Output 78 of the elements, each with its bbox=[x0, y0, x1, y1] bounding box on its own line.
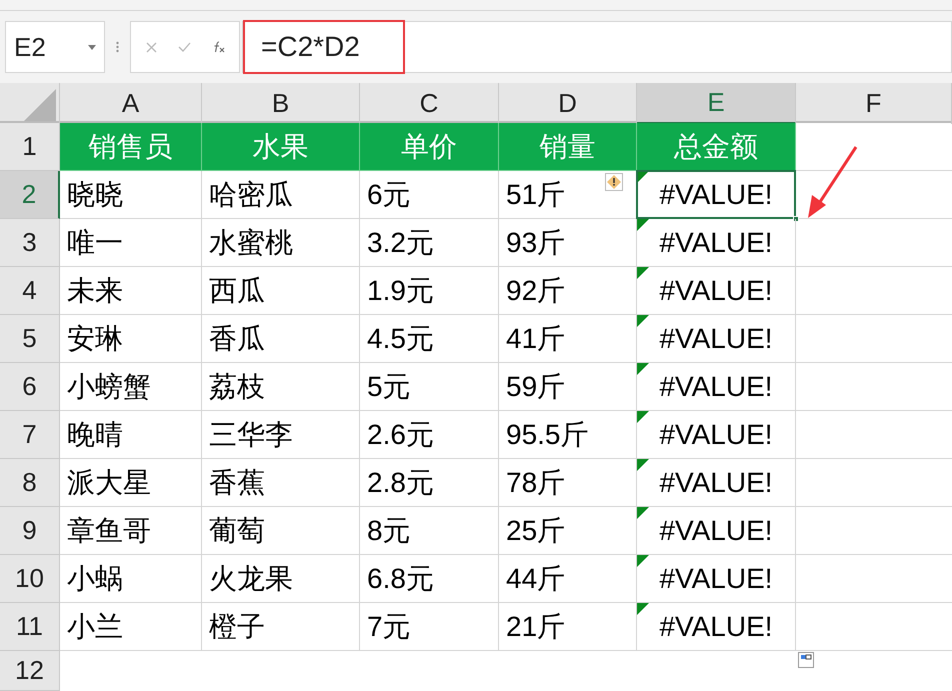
cell-text: #VALUE! bbox=[659, 420, 773, 448]
cell-text: 西瓜 bbox=[209, 276, 265, 304]
cell-text: 小兰 bbox=[67, 612, 123, 640]
cell-text: 6.8元 bbox=[367, 564, 434, 592]
fill-handle[interactable] bbox=[793, 216, 799, 222]
function-icon[interactable] bbox=[212, 41, 224, 53]
cell-text: 25斤 bbox=[506, 516, 566, 544]
cell-text: 唯一 bbox=[67, 228, 123, 256]
cell-text: 78斤 bbox=[506, 468, 566, 496]
cell-text: 1.9元 bbox=[367, 276, 434, 304]
cell-text: 59斤 bbox=[506, 372, 566, 400]
cell-text: 2.8元 bbox=[367, 468, 434, 496]
cell-text: 44斤 bbox=[506, 564, 566, 592]
cell-text: 92斤 bbox=[506, 276, 566, 304]
cell-text: 派大星 bbox=[67, 468, 151, 496]
cell-text: #VALUE! bbox=[659, 468, 773, 496]
row-header[interactable]: 9 bbox=[0, 507, 60, 555]
cell-text: #VALUE! bbox=[659, 228, 773, 256]
cell-text: 橙子 bbox=[209, 612, 265, 640]
cell-text: 6元 bbox=[367, 180, 411, 208]
drag-handle-icon[interactable] bbox=[116, 41, 119, 53]
header-cell: 总金额 bbox=[637, 123, 796, 171]
cell-text: #VALUE! bbox=[659, 564, 773, 592]
cell-text: 8元 bbox=[367, 516, 411, 544]
check-icon[interactable] bbox=[178, 42, 190, 52]
cell-text: 三华李 bbox=[209, 420, 293, 448]
paste-options-icon[interactable] bbox=[798, 652, 814, 668]
cell-text: 哈密瓜 bbox=[209, 180, 293, 208]
cell-text: #VALUE! bbox=[659, 612, 773, 640]
row-header[interactable]: 10 bbox=[0, 555, 60, 603]
cell-text: 7元 bbox=[367, 612, 411, 640]
header-cell: 销量 bbox=[499, 123, 637, 171]
cell-text: 章鱼哥 bbox=[67, 516, 151, 544]
cell-text: 21斤 bbox=[506, 612, 566, 640]
cell-text: 火龙果 bbox=[209, 564, 293, 592]
cell-text: #VALUE! bbox=[659, 276, 773, 304]
cell-text: 水蜜桃 bbox=[209, 228, 293, 256]
cell-text: 2.6元 bbox=[367, 420, 434, 448]
row-header[interactable]: 2 bbox=[0, 171, 60, 219]
cell-text: #VALUE! bbox=[659, 324, 773, 352]
cell-text: 香瓜 bbox=[209, 324, 265, 352]
row-header[interactable]: 4 bbox=[0, 267, 60, 315]
row-header[interactable]: 1 bbox=[0, 123, 60, 171]
warning-icon[interactable] bbox=[605, 173, 623, 191]
column-header[interactable]: E bbox=[637, 83, 796, 124]
name-box[interactable]: E2 bbox=[5, 21, 105, 73]
cell-text: 51斤 bbox=[506, 180, 566, 208]
cell-text: 4.5元 bbox=[367, 324, 434, 352]
cell-text: 香蕉 bbox=[209, 468, 265, 496]
column-header[interactable]: F bbox=[796, 83, 952, 124]
cell-text: #VALUE! bbox=[659, 180, 773, 208]
cell-text: 未来 bbox=[67, 276, 123, 304]
row-header[interactable]: 7 bbox=[0, 411, 60, 459]
cell-text: 5元 bbox=[367, 372, 411, 400]
header-cell: 水果 bbox=[202, 123, 360, 171]
cell-text: 安琳 bbox=[67, 324, 123, 352]
cell-text: 3.2元 bbox=[367, 228, 434, 256]
formula-field[interactable]: =C2*D2 bbox=[243, 20, 405, 74]
cell-text: 小螃蟹 bbox=[67, 372, 151, 400]
cell-text: 93斤 bbox=[506, 228, 566, 256]
cell-text: 晓晓 bbox=[67, 180, 123, 208]
dropdown-caret-icon[interactable] bbox=[88, 44, 96, 50]
row-header[interactable]: 6 bbox=[0, 363, 60, 411]
cell-text: #VALUE! bbox=[659, 372, 773, 400]
row-header[interactable]: 11 bbox=[0, 603, 60, 651]
cell-text: 晚晴 bbox=[67, 420, 123, 448]
cell-text: 95.5斤 bbox=[506, 420, 588, 448]
cell-text: #VALUE! bbox=[659, 516, 773, 544]
row-header[interactable]: 5 bbox=[0, 315, 60, 363]
cell-text: 小蜗 bbox=[67, 564, 123, 592]
cell-text: 41斤 bbox=[506, 324, 566, 352]
row-header[interactable]: 8 bbox=[0, 459, 60, 507]
cell-text: 荔枝 bbox=[209, 372, 265, 400]
cell-text: 葡萄 bbox=[209, 516, 265, 544]
row-header[interactable]: 12 bbox=[0, 651, 60, 691]
header-cell: 单价 bbox=[360, 123, 499, 171]
row-header[interactable]: 3 bbox=[0, 219, 60, 267]
header-cell: 销售员 bbox=[60, 123, 202, 171]
